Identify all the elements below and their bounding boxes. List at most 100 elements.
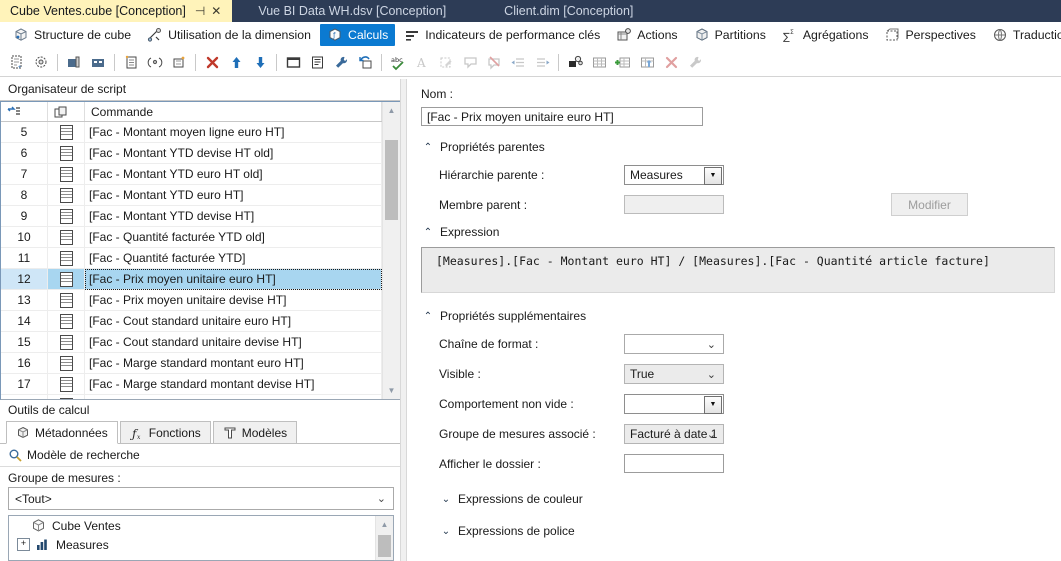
column-header-type[interactable] bbox=[47, 102, 85, 122]
font-expressions-section-header[interactable]: ⌄ Expressions de police bbox=[421, 515, 1061, 547]
metadata-tree-scrollbar[interactable]: ▲ bbox=[375, 516, 393, 560]
tab-partitions[interactable]: Partitions bbox=[687, 24, 773, 46]
add-grid-icon[interactable] bbox=[612, 52, 634, 73]
tree-node-cube-ventes[interactable]: Cube Ventes bbox=[9, 516, 393, 535]
tab-actions[interactable]: Actions bbox=[609, 24, 684, 46]
named-set-icon[interactable] bbox=[144, 52, 166, 73]
table-row[interactable]: 18 [Fac - Marge standard unitaire euro HT… bbox=[1, 394, 382, 399]
font-icon[interactable]: A bbox=[411, 52, 433, 73]
spellcheck-icon[interactable]: abc bbox=[387, 52, 409, 73]
table-row[interactable]: 7 [Fac - Montant YTD euro HT old] bbox=[1, 163, 382, 185]
tab-structure-de-cube[interactable]: Structure de cube bbox=[6, 24, 138, 46]
new-script-view-icon[interactable] bbox=[87, 52, 109, 73]
parent-properties-section-header[interactable]: ⌃ Propriétés parentes bbox=[421, 140, 1061, 154]
table-row-selected[interactable]: 12 [Fac - Prix moyen unitaire euro HT] bbox=[1, 268, 382, 290]
script-organizer-scrollbar[interactable]: ▲ ▼ bbox=[382, 102, 400, 399]
chevron-down-icon[interactable]: ⌄ bbox=[707, 368, 716, 381]
row-number: 16 bbox=[1, 352, 48, 374]
tab-modeles[interactable]: Modèles bbox=[212, 421, 298, 443]
modify-button[interactable]: Modifier bbox=[891, 193, 968, 216]
document-tab-dsv[interactable]: Vue BI Data WH.dsv [Conception] bbox=[232, 0, 478, 22]
measure-group-combo[interactable]: <Tout> ⌄ bbox=[8, 487, 394, 510]
document-tab-cube-ventes[interactable]: Cube Ventes.cube [Conception] ⊣ ✕ bbox=[0, 0, 233, 22]
tab-metadonnees[interactable]: Métadonnées bbox=[6, 421, 118, 444]
non-empty-behavior-combo[interactable]: ▼ bbox=[624, 393, 724, 414]
close-icon[interactable]: ✕ bbox=[208, 5, 224, 17]
table-row[interactable]: 11 [Fac - Quantité facturée YTD] bbox=[1, 247, 382, 269]
table-row[interactable]: 10 [Fac - Quantité facturée YTD old] bbox=[1, 226, 382, 248]
decrease-indent-icon[interactable] bbox=[507, 52, 529, 73]
table-row[interactable]: 8 [Fac - Montant YTD euro HT] bbox=[1, 184, 382, 206]
name-input[interactable]: [Fac - Prix moyen unitaire euro HT] bbox=[421, 107, 703, 126]
edit-annotation-icon[interactable] bbox=[435, 52, 457, 73]
table-row[interactable]: 6 [Fac - Montant YTD devise HT old] bbox=[1, 142, 382, 164]
metadata-tree[interactable]: Cube Ventes + Measures ▲ bbox=[8, 515, 394, 561]
new-script-command-icon[interactable] bbox=[63, 52, 85, 73]
pin-icon[interactable]: ⊣ bbox=[192, 5, 208, 17]
color-expressions-section-header[interactable]: ⌄ Expressions de couleur bbox=[421, 483, 1061, 515]
wrench-icon[interactable] bbox=[684, 52, 706, 73]
parent-hierarchy-combo[interactable]: Measures ▼ bbox=[624, 164, 724, 185]
comment-icon[interactable] bbox=[459, 52, 481, 73]
tab-indicateurs-de-performance-cles[interactable]: Indicateurs de performance clés bbox=[397, 24, 607, 46]
properties-icon[interactable] bbox=[330, 52, 352, 73]
row-type-icon bbox=[47, 331, 85, 353]
tab-perspectives[interactable]: Perspectives bbox=[877, 24, 982, 46]
tab-calculs[interactable]: ƒ Calculs bbox=[319, 24, 396, 46]
import-grid-icon[interactable] bbox=[636, 52, 658, 73]
pane-splitter[interactable] bbox=[400, 79, 407, 561]
new-named-set-icon[interactable] bbox=[30, 52, 52, 73]
chevron-down-icon[interactable]: ▼ bbox=[704, 166, 722, 185]
chevron-down-icon[interactable]: ⌄ bbox=[707, 338, 716, 351]
column-header-rownum[interactable] bbox=[1, 102, 48, 122]
toolbar-separator bbox=[558, 54, 559, 71]
process-icon[interactable] bbox=[564, 52, 586, 73]
scroll-up-icon[interactable]: ▲ bbox=[383, 102, 400, 119]
move-up-icon[interactable] bbox=[225, 52, 247, 73]
parent-member-input[interactable] bbox=[624, 195, 724, 214]
delete-grid-icon[interactable] bbox=[660, 52, 682, 73]
scroll-up-icon[interactable]: ▲ bbox=[376, 516, 393, 533]
expander-icon[interactable]: + bbox=[17, 538, 30, 551]
new-calculated-member-icon[interactable]: + bbox=[6, 52, 28, 73]
tab-fonctions[interactable]: ƒx Fonctions bbox=[119, 421, 211, 443]
additional-properties-section-header[interactable]: ⌃ Propriétés supplémentaires bbox=[421, 309, 1061, 323]
expression-editor[interactable]: [Measures].[Fac - Montant euro HT] / [Me… bbox=[421, 247, 1055, 293]
chevron-down-icon[interactable]: ⌄ bbox=[707, 428, 716, 441]
expression-section-header[interactable]: ⌃ Expression bbox=[421, 225, 1061, 239]
search-model-row[interactable]: Modèle de recherche bbox=[0, 444, 400, 467]
column-header-commande[interactable]: Commande bbox=[84, 102, 382, 122]
associated-measure-group-combo[interactable]: Facturé à date 1 ⌄ bbox=[624, 423, 724, 444]
script-view-icon[interactable] bbox=[306, 52, 328, 73]
table-row[interactable]: 16 [Fac - Marge standard montant euro HT] bbox=[1, 352, 382, 374]
document-tab-client-dim[interactable]: Client.dim [Conception] bbox=[478, 0, 665, 22]
table-row[interactable]: 13 [Fac - Prix moyen unitaire devise HT] bbox=[1, 289, 382, 311]
tree-node-measures[interactable]: + Measures bbox=[9, 535, 393, 554]
scrollbar-thumb[interactable] bbox=[378, 535, 391, 557]
grid-icon[interactable] bbox=[588, 52, 610, 73]
table-row[interactable]: 17 [Fac - Marge standard montant devise H… bbox=[1, 373, 382, 395]
chevron-down-icon[interactable]: ▼ bbox=[704, 395, 722, 414]
scrollbar-thumb[interactable] bbox=[385, 140, 398, 220]
row-number: 5 bbox=[1, 121, 48, 143]
move-down-icon[interactable] bbox=[249, 52, 271, 73]
tab-traductions[interactable]: Traductions bbox=[985, 24, 1061, 46]
scroll-down-icon[interactable]: ▼ bbox=[383, 382, 400, 399]
increase-indent-icon[interactable] bbox=[531, 52, 553, 73]
tab-utilisation-de-la-dimension[interactable]: Utilisation de la dimension bbox=[140, 24, 318, 46]
delete-icon[interactable] bbox=[201, 52, 223, 73]
table-row[interactable]: 14 [Fac - Cout standard unitaire euro HT] bbox=[1, 310, 382, 332]
tab-agregations[interactable]: ∑ Σ Agrégations bbox=[775, 24, 876, 46]
table-row[interactable]: 5 [Fac - Montant moyen ligne euro HT] bbox=[1, 121, 382, 143]
visible-combo[interactable]: True ⌄ bbox=[624, 363, 724, 384]
search-model-label: Modèle de recherche bbox=[27, 448, 140, 462]
table-row[interactable]: 9 [Fac - Montant YTD devise HT] bbox=[1, 205, 382, 227]
format-string-combo[interactable]: ⌄ bbox=[624, 333, 724, 354]
reconnect-icon[interactable] bbox=[354, 52, 376, 73]
uncomment-icon[interactable] bbox=[483, 52, 505, 73]
form-view-icon[interactable] bbox=[282, 52, 304, 73]
calculated-member-icon[interactable] bbox=[120, 52, 142, 73]
script-command-icon[interactable] bbox=[168, 52, 190, 73]
display-folder-input[interactable] bbox=[624, 454, 724, 473]
table-row[interactable]: 15 [Fac - Cout standard unitaire devise H… bbox=[1, 331, 382, 353]
